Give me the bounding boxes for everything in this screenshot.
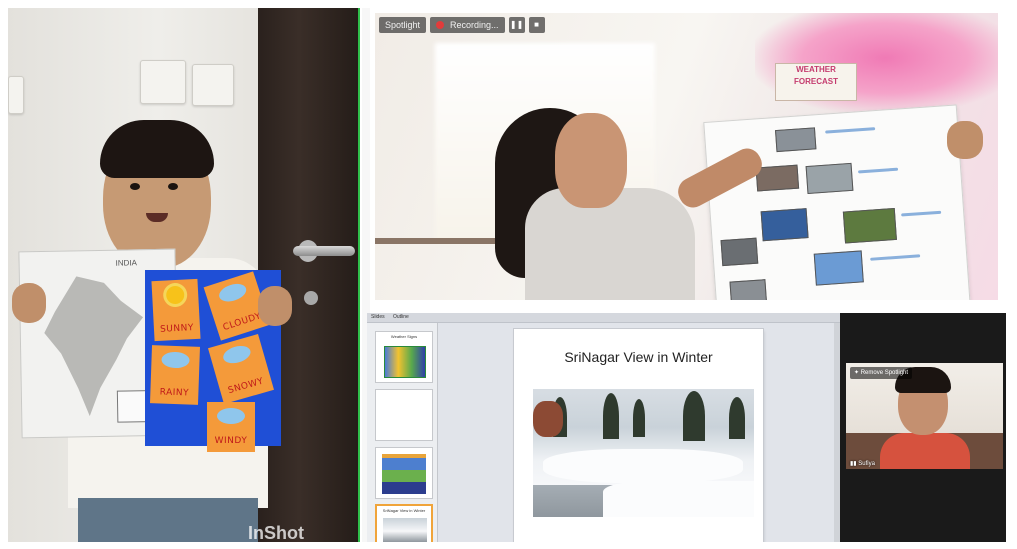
remove-spotlight-button[interactable]: ✦ Remove Spotlight: [850, 367, 913, 379]
inshot-watermark: InShot: [248, 523, 304, 542]
active-speaker-video-tile[interactable]: INDIA SUNNY CLOUDY RAINY SNOWY WINDY InS…: [8, 8, 360, 542]
tree: [683, 391, 705, 441]
door-lock: [304, 291, 318, 305]
slide-thumbnails-pane: Weather Signs SriNagar View in Winter: [367, 323, 438, 542]
slide-pane-header: Slides Outline: [367, 313, 840, 323]
tab-slides[interactable]: Slides: [371, 314, 385, 320]
poster-photo: [755, 164, 800, 192]
participant-video-tile[interactable]: ✦ Remove Spotlight ▮▮ Sufiya: [846, 363, 1003, 469]
poster-text-line: [825, 127, 876, 134]
weather-poster: [703, 104, 971, 300]
snow-cloud-icon: [221, 343, 253, 367]
slide-title: SriNagar View in Winter: [564, 349, 713, 365]
weather-card-sunny: SUNNY: [151, 278, 201, 342]
cloud-icon: [216, 280, 249, 305]
stop-recording-button[interactable]: ■: [528, 17, 545, 33]
participant-name: Sufiya: [858, 461, 875, 467]
recording-text: Recording...: [450, 20, 499, 30]
left-hand: [12, 283, 46, 323]
weather-forecast-sign: WEATHER FORECAST: [775, 63, 857, 101]
weather-card-label: SNOWY: [227, 376, 265, 397]
poster-text-line: [901, 210, 942, 217]
girl-hand: [947, 121, 983, 159]
right-hand: [258, 286, 292, 326]
spotlight-video-tile[interactable]: WEATHER FORECAST Spotlight Recording... …: [375, 13, 998, 300]
spotlight-label: Spotlight: [379, 17, 427, 33]
poster-photo: [805, 162, 854, 195]
thumbnail-title: Weather Signs: [390, 334, 418, 339]
tree: [603, 393, 619, 439]
door-handle: [293, 246, 355, 256]
sun-icon: [165, 285, 185, 305]
girl-shirt: [525, 188, 695, 300]
participant-shirt: [880, 433, 970, 469]
spotlight-icon: ✦: [854, 370, 861, 376]
slide-thumbnail[interactable]: [375, 447, 433, 499]
weather-card-rainy: RAINY: [150, 345, 200, 405]
poster-photo: [774, 127, 817, 153]
shared-screen-presentation[interactable]: Slides Outline Weather Signs SriNagar Vi…: [367, 313, 840, 542]
tree: [729, 397, 745, 439]
recording-toolbar: Spotlight Recording... ❚❚ ■: [379, 17, 545, 33]
tab-outline[interactable]: Outline: [393, 314, 409, 320]
light-switch: [8, 76, 24, 114]
weather-card-label: WINDY: [214, 436, 248, 446]
autumn-tree: [533, 401, 563, 437]
boy-jeans: [78, 498, 258, 542]
poster-text-line: [870, 254, 921, 261]
boy-hair: [100, 120, 214, 178]
slide-thumbnail[interactable]: [375, 389, 433, 441]
eye: [130, 183, 140, 190]
stop-icon: ■: [534, 20, 539, 29]
light-switch: [192, 64, 234, 106]
snow-bank: [603, 481, 754, 517]
poster-photo: [842, 207, 897, 244]
weather-card-label: RAINY: [159, 387, 190, 399]
remove-spotlight-label: Remove Spotlight: [860, 370, 909, 376]
slide-thumbnail-selected[interactable]: SriNagar View in Winter: [375, 504, 433, 542]
wind-icon: [217, 408, 245, 424]
pause-recording-button[interactable]: ❚❚: [508, 17, 525, 33]
slide-editor-area: SriNagar View in Winter: [440, 323, 836, 542]
recording-indicator: Recording...: [430, 17, 505, 33]
srinagar-winter-photo: [533, 389, 754, 517]
current-slide: SriNagar View in Winter: [514, 329, 763, 542]
map-title: INDIA: [115, 258, 138, 268]
poster-photo: [729, 279, 768, 300]
pause-icon: ❚❚: [509, 20, 524, 29]
slide-thumbnail[interactable]: Weather Signs: [375, 331, 433, 383]
thumbnail-image: [383, 518, 427, 542]
snow-field: [543, 449, 743, 483]
tree: [633, 399, 645, 437]
rain-cloud-icon: [161, 351, 190, 369]
light-switch: [140, 60, 186, 104]
girl-face: [555, 113, 627, 208]
poster-photo: [813, 250, 864, 286]
participant-name-tag: ▮▮ Sufiya: [850, 460, 875, 467]
weather-card-label: SUNNY: [159, 323, 195, 335]
weather-card-snowy: SNOWY: [208, 333, 274, 405]
thumbnail-image: [384, 346, 426, 378]
poster-text-line: [858, 167, 899, 174]
thumbnail-title: SriNagar View in Winter: [382, 508, 426, 513]
poster-photo: [720, 237, 759, 267]
thumbnail-image: [382, 454, 426, 494]
eye: [168, 183, 178, 190]
record-icon: [436, 21, 445, 29]
weather-card-windy: WINDY: [207, 402, 255, 452]
poster-photo: [760, 208, 809, 242]
